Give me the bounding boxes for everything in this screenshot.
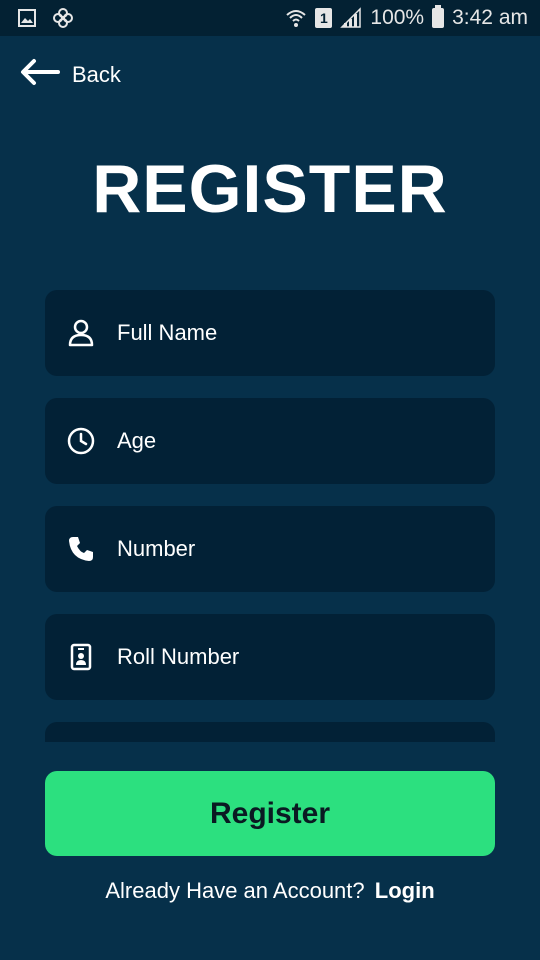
arrow-left-icon — [20, 58, 60, 91]
next-field-partial[interactable] — [45, 722, 495, 742]
login-link[interactable]: Login — [375, 878, 435, 903]
clock-icon — [67, 427, 95, 455]
phone-icon — [67, 535, 95, 563]
roll-number-field[interactable] — [45, 614, 495, 700]
battery-percent: 100% — [370, 6, 425, 29]
clock-time: 3:42 am — [452, 6, 528, 29]
login-prompt-text: Already Have an Account? — [105, 878, 365, 903]
number-input[interactable] — [117, 506, 495, 592]
register-button[interactable]: Register — [45, 771, 495, 856]
page-title: REGISTER — [92, 151, 448, 227]
status-bar-right: 1 100% 3:42 am — [285, 5, 528, 30]
person-icon — [67, 319, 95, 347]
wifi-icon — [285, 7, 307, 29]
roll-number-input[interactable] — [117, 614, 495, 700]
signal-icon — [340, 7, 362, 29]
status-bar: 1 100% 3:42 am — [0, 0, 540, 36]
age-field[interactable] — [45, 398, 495, 484]
gallery-icon — [16, 7, 38, 29]
id-card-icon — [67, 643, 95, 671]
sim-icon: 1 — [315, 8, 333, 28]
registration-form[interactable] — [45, 290, 495, 742]
login-prompt: Already Have an Account? Login — [0, 878, 540, 904]
age-input[interactable] — [117, 398, 495, 484]
battery-icon — [432, 5, 445, 28]
back-button[interactable]: Back — [20, 58, 121, 91]
pinwheel-icon — [52, 7, 74, 29]
back-label: Back — [72, 61, 121, 87]
full-name-input[interactable] — [117, 290, 495, 376]
number-field[interactable] — [45, 506, 495, 592]
full-name-field[interactable] — [45, 290, 495, 376]
status-bar-left — [16, 7, 74, 29]
